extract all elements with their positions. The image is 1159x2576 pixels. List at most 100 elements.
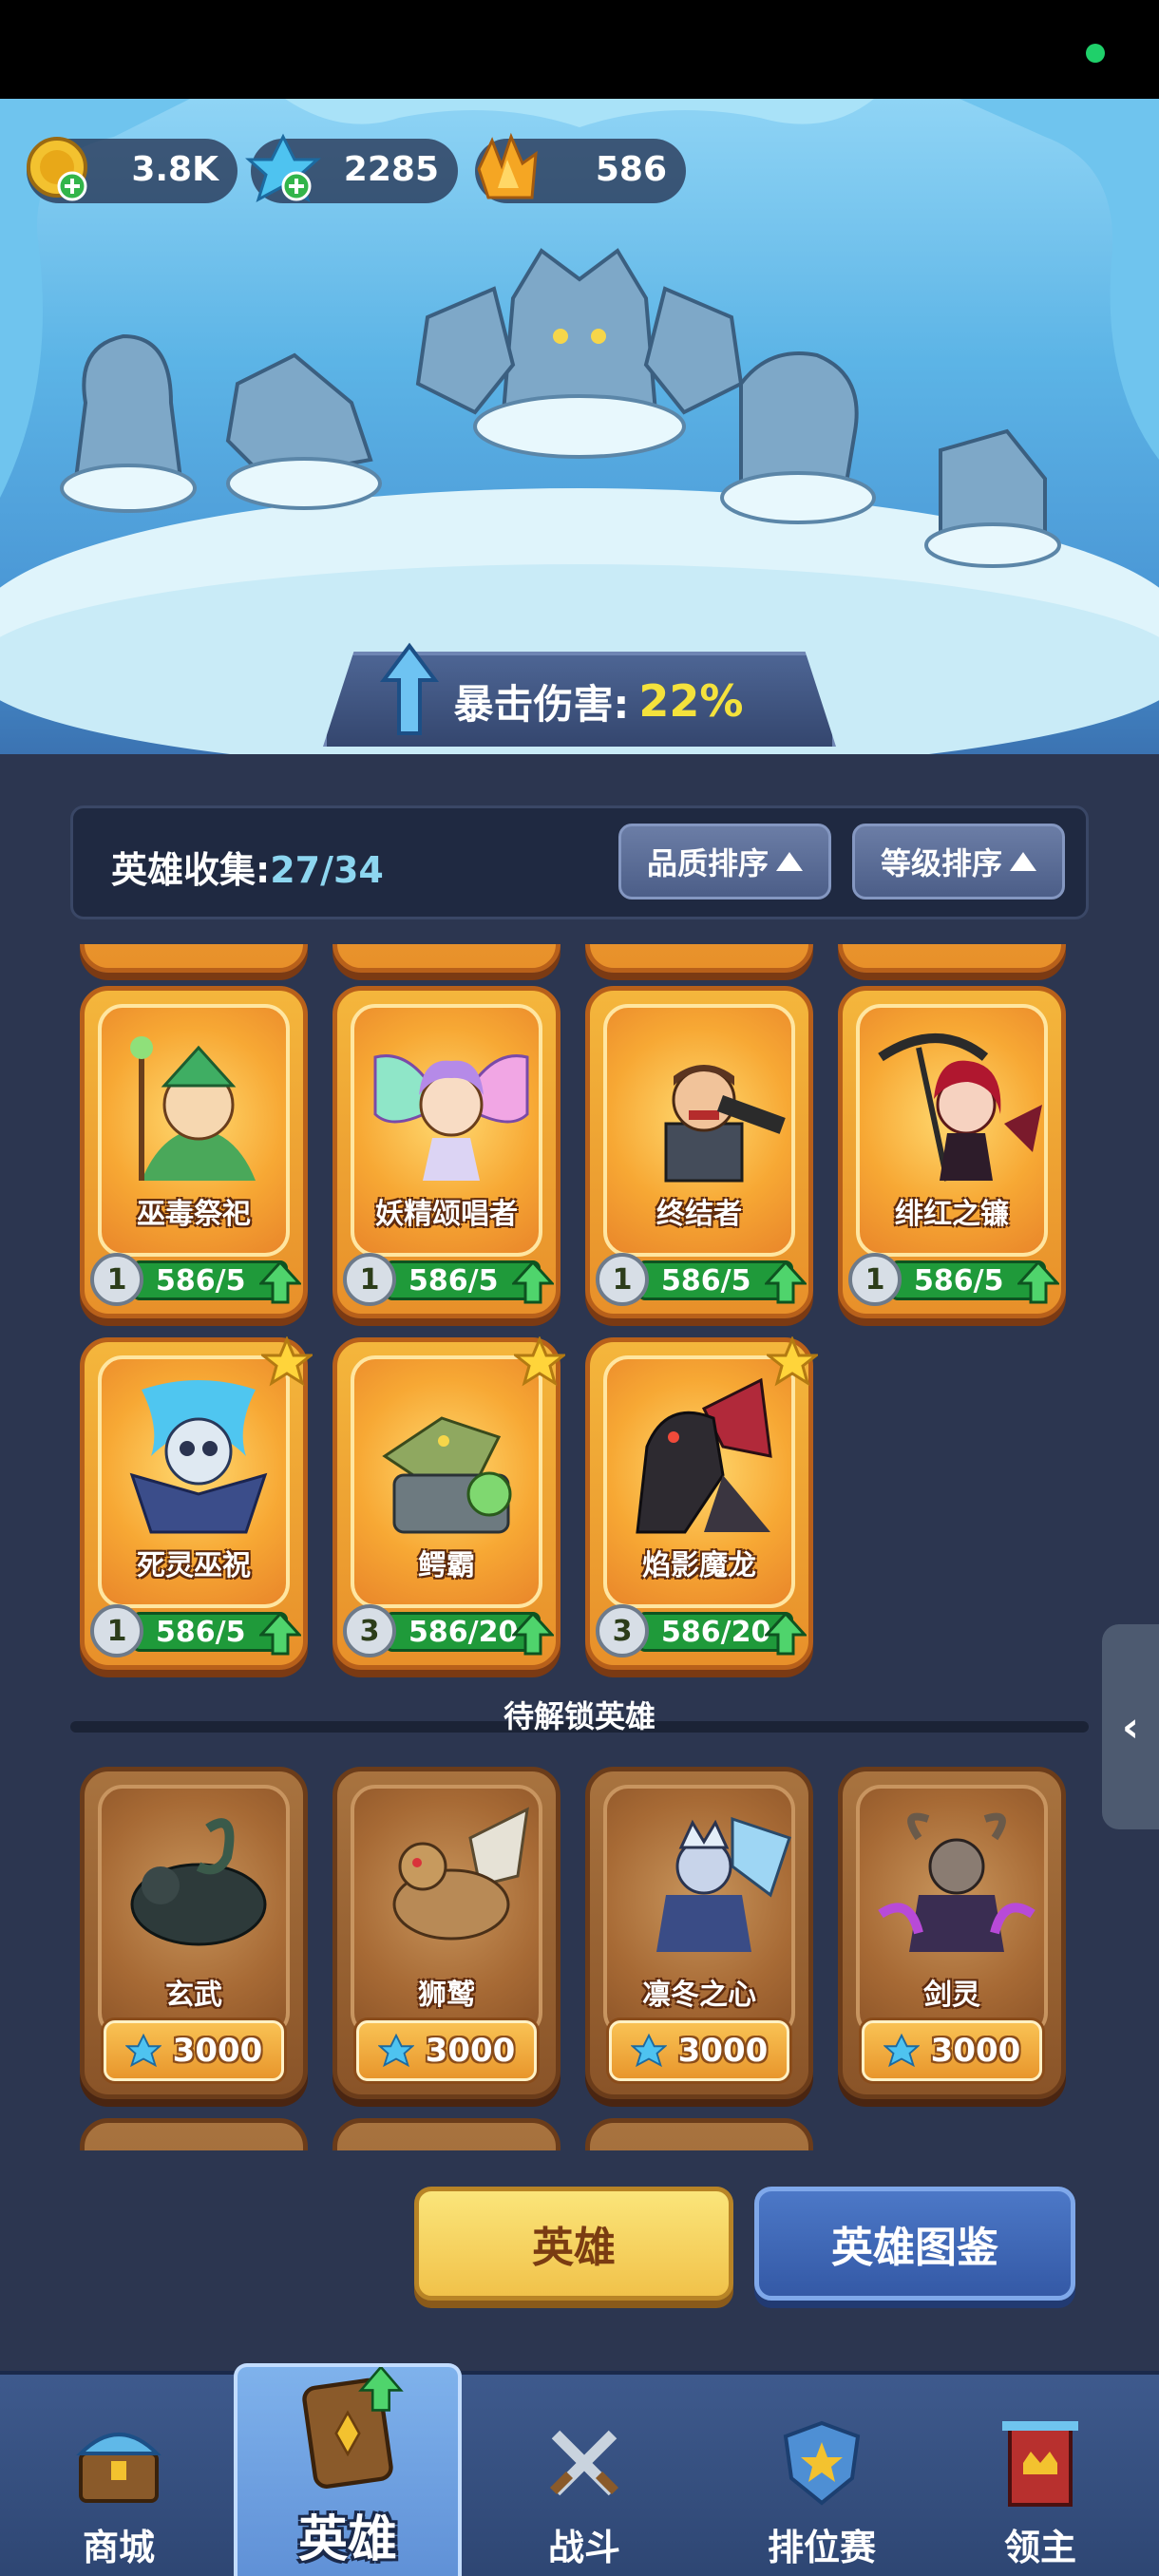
nav-battle-label: 战斗 <box>547 2527 620 2568</box>
hero-level-badge: 1 <box>848 1253 902 1306</box>
hero-card-icon <box>302 2367 404 2489</box>
hero-screen: 3.8K 2285 586 暴击伤害: 22% 英雄收集:27/34 品质排序 … <box>0 0 1159 2576</box>
crystal-counter[interactable]: 2285 <box>245 133 458 203</box>
hero-card[interactable]: 焰影魔龙 586/20 3 <box>585 1336 818 1670</box>
hero-level-badge: 1 <box>90 1604 143 1657</box>
upgrade-arrow-icon <box>512 1612 554 1656</box>
hero-level-badge: 3 <box>343 1604 396 1657</box>
locked-section-label: 待解锁英雄 <box>503 1698 656 1734</box>
hero-name: 巫毒祭祀 <box>137 1198 251 1231</box>
unlock-cost-button[interactable]: 3000 <box>104 2020 284 2081</box>
hero-name: 死灵巫祝 <box>137 1549 251 1582</box>
voodoo-priest-portrait <box>130 1036 256 1181</box>
hero-card[interactable]: 绯红之镰 586/5 1 <box>838 986 1066 1318</box>
crit-damage-label: 暴击伤害: <box>453 680 630 728</box>
winter-heart-portrait <box>656 1816 791 1952</box>
griffin-portrait <box>392 1807 529 1941</box>
camera-indicator-dot <box>1086 44 1105 63</box>
unlock-cost-button[interactable]: 3000 <box>862 2020 1042 2081</box>
upgrade-arrow-icon <box>765 1260 807 1304</box>
nav-heroes-label: 英雄 <box>297 2511 397 2568</box>
unlock-cost-value: 3000 <box>172 2032 263 2070</box>
hero-card-partial <box>332 944 560 973</box>
gem-value: 586 <box>595 150 667 189</box>
collection-title: 英雄收集:27/34 <box>111 841 384 893</box>
locked-hero-card-partial <box>80 2118 308 2150</box>
nav-heroes[interactable]: 英雄 <box>234 2363 462 2576</box>
hero-name: 焰影魔龙 <box>642 1549 756 1582</box>
unlock-cost-value: 3000 <box>930 2032 1021 2070</box>
status-bar <box>0 0 1159 99</box>
terminator-portrait <box>664 1065 786 1183</box>
hero-name: 妖精颂唱者 <box>375 1198 518 1231</box>
unlock-cost-button[interactable]: 3000 <box>356 2020 537 2081</box>
locked-hero-card[interactable]: 凛冬之心 3000 <box>585 1767 813 2099</box>
treasure-chest-icon <box>76 2433 162 2503</box>
nav-ranked[interactable]: 排位赛 <box>741 2375 902 2576</box>
sort-by-level-button[interactable]: 等级排序 <box>852 824 1065 900</box>
collection-count: 27/34 <box>270 849 384 891</box>
blue-crystal-icon <box>245 133 321 203</box>
sort-ascending-icon <box>776 852 803 871</box>
hero-card-partial <box>80 944 308 973</box>
upgrade-arrow-icon <box>512 1260 554 1304</box>
hero-collection-header: 英雄收集:27/34 品质排序 等级排序 <box>70 805 1089 919</box>
shadow-flame-dragon-portrait <box>636 1377 772 1534</box>
upgrade-arrow-icon <box>259 1260 301 1304</box>
hero-card[interactable]: 死灵巫祝 586/5 1 <box>80 1336 313 1670</box>
hero-card[interactable]: 终结者 586/5 1 <box>585 986 813 1318</box>
nav-lord[interactable]: 领主 <box>960 2375 1121 2576</box>
crystal-value: 2285 <box>343 150 439 189</box>
hero-name: 终结者 <box>656 1198 742 1231</box>
crossed-swords-icon <box>549 2430 619 2496</box>
blue-crystal-icon <box>377 2033 414 2068</box>
hero-card[interactable]: 妖精颂唱者 586/5 1 <box>332 986 560 1318</box>
sort-quality-label: 品质排序 <box>646 845 769 881</box>
sort-by-quality-button[interactable]: 品质排序 <box>618 824 831 900</box>
hero-name: 玄武 <box>165 1979 222 2012</box>
crocodile-boss-portrait <box>382 1416 512 1534</box>
hero-codex-button[interactable]: 英雄图鉴 <box>754 2187 1075 2301</box>
nav-shop[interactable]: 商城 <box>38 2375 200 2576</box>
locked-hero-card[interactable]: 玄武 3000 <box>80 1767 308 2099</box>
gold-value: 3.8K <box>131 150 218 189</box>
collection-label: 英雄收集: <box>111 849 271 891</box>
gold-counter[interactable]: 3.8K <box>27 137 238 203</box>
bottom-navigation: 商城 英雄 战斗 排位赛 领主 <box>0 2363 1159 2576</box>
nav-lord-label: 领主 <box>1003 2527 1076 2568</box>
necromancer-portrait <box>129 1380 268 1534</box>
hero-card[interactable]: 巫毒祭祀 586/5 1 <box>80 986 308 1318</box>
upgrade-arrow-icon <box>765 1612 807 1656</box>
upgrade-arrow-icon <box>1017 1260 1059 1304</box>
fairy-singer-portrait <box>373 1054 529 1181</box>
crimson-scythe-portrait <box>878 1033 1042 1182</box>
locked-hero-card-partial <box>332 2118 560 2150</box>
blue-crystal-icon <box>883 2033 920 2068</box>
locked-hero-card[interactable]: 剑灵 3000 <box>838 1767 1066 2099</box>
nav-battle[interactable]: 战斗 <box>504 2375 665 2576</box>
sort-ascending-icon <box>1010 852 1036 871</box>
hero-name: 凛冬之心 <box>642 1979 756 2012</box>
star-icon <box>261 1336 313 1387</box>
sort-level-label: 等级排序 <box>880 845 1002 881</box>
unlock-cost-button[interactable]: 3000 <box>609 2020 789 2081</box>
hero-grid[interactable]: 巫毒祭祀 586/5 1 妖精颂唱者 586/5 1 终结者 586/5 1 绯… <box>70 944 1089 2150</box>
upgrade-arrow-icon <box>259 1612 301 1656</box>
hero-name: 绯红之镰 <box>895 1198 1009 1231</box>
gold-coin-icon <box>27 137 87 201</box>
heroes-tab-button[interactable]: 英雄 <box>414 2187 733 2301</box>
blue-crystal-icon <box>124 2033 162 2068</box>
orange-gem-icon <box>477 132 538 199</box>
sword-spirit-portrait <box>878 1812 1036 1952</box>
hero-level-badge: 1 <box>596 1253 649 1306</box>
side-drawer-tab[interactable]: ‹ <box>1102 1624 1159 1829</box>
hero-level-badge: 3 <box>596 1604 649 1657</box>
gem-counter[interactable]: 586 <box>475 132 686 203</box>
up-arrow-icon <box>380 642 439 735</box>
locked-hero-card[interactable]: 狮鹫 3000 <box>332 1767 560 2099</box>
nav-shop-label: 商城 <box>82 2527 155 2568</box>
locked-hero-card-partial <box>585 2118 813 2150</box>
hero-level-badge: 1 <box>90 1253 143 1306</box>
unlock-cost-value: 3000 <box>677 2032 769 2070</box>
hero-card[interactable]: 鳄霸 586/20 3 <box>332 1336 565 1670</box>
